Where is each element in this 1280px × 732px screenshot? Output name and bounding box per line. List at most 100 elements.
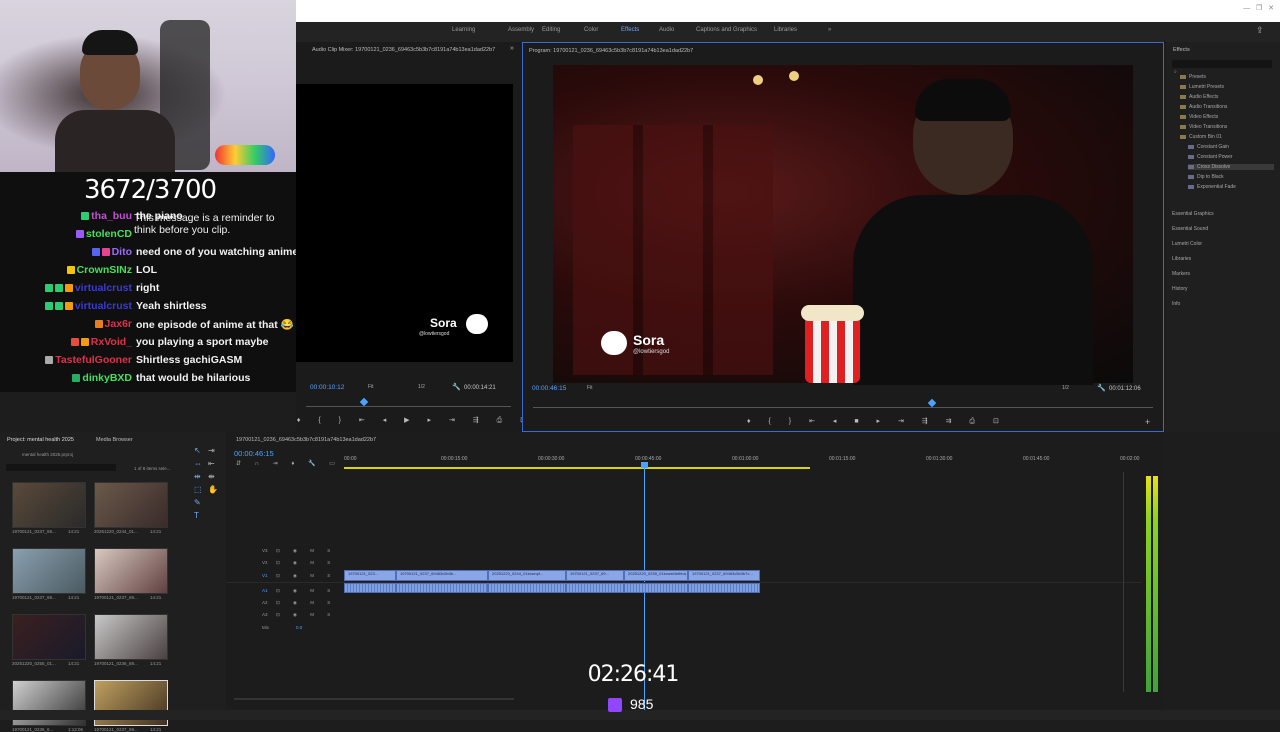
tab-assembly[interactable]: Assembly [508,27,534,33]
project-item-thumbnail[interactable] [94,482,168,528]
panel-section-info[interactable]: Info [1172,301,1180,307]
timeline-hscroll[interactable] [234,698,514,700]
tool-icons[interactable]: ↖ ⇔ ⇹ ⬚ ✎ T [194,444,202,522]
wrench-icon[interactable]: 🔧 [1097,384,1106,392]
project-item-thumbnail[interactable] [12,548,86,594]
effects-tree-item[interactable]: Video Effects [1180,114,1218,120]
track-controls[interactable]: ⊡ ◉ M S [276,588,336,594]
effects-tree-item[interactable]: Exponential Fade [1188,184,1236,190]
panel-section-history[interactable]: History [1172,286,1188,292]
work-area-bar[interactable] [344,467,810,469]
track-label-a3[interactable]: A3 [262,612,268,617]
effects-tree-item[interactable]: Audio Transitions [1180,104,1227,110]
panel-section-markers[interactable]: Markers [1172,271,1190,277]
tab-editing[interactable]: Editing [542,27,560,33]
source-playhead[interactable] [359,397,369,407]
tab-captions-and-graphics[interactable]: Captions and Graphics [696,27,757,33]
panel-section-lumetri-color[interactable]: Lumetri Color [1172,241,1202,247]
chat-username[interactable]: virtualcrust [75,282,132,294]
effects-tree-item[interactable]: Custom Bin 01 [1180,134,1222,140]
track-label-a2[interactable]: A2 [262,600,268,605]
video-clip[interactable]: 20251220_0244_01kcwnpf... [488,570,566,581]
chat-username[interactable]: RxVoid_ [91,336,132,348]
timeline-vscroll[interactable] [1123,472,1124,692]
effects-tree-item[interactable]: Audio Effects [1180,94,1218,100]
timeline-tools[interactable]: ⇵ ∩ ⇥ ♦ 🔧 ▭ [236,460,341,467]
track-controls[interactable]: ⊡ ◉ M S [276,600,336,606]
program-playhead[interactable] [927,398,937,408]
share-icon[interactable]: ⇪ [1256,25,1264,36]
video-clip[interactable]: 19700121_023... [344,570,396,581]
program-timecode[interactable]: 00:00:46:15 [532,385,566,392]
timeline-ruler[interactable]: 00:00 00:00:15:00 00:00:30:00 00:00:45:00 00… [344,432,1139,472]
project-item-thumbnail[interactable] [12,482,86,528]
project-item-thumbnail[interactable] [12,614,86,660]
wrench-icon[interactable]: 🔧 [452,383,461,391]
effects-tree-item[interactable]: Constant Gain [1188,144,1229,150]
program-scrubber[interactable] [533,407,1153,408]
effects-tree-item[interactable]: Constant Power [1188,154,1233,160]
chat-username[interactable]: virtualcrust [75,300,132,312]
panel-more-icon[interactable]: » [510,45,514,52]
video-clip[interactable]: 19700121_0237_69463c5b3b7c... [688,570,760,581]
source-timecode[interactable]: 00:00:10:12 [310,384,344,391]
project-item-thumbnail[interactable] [94,548,168,594]
timeline-timecode[interactable]: 00:00:46:15 [234,449,274,458]
effects-tree-item[interactable]: Dip to Black [1188,174,1224,180]
chat-username[interactable]: TastefulGooner [55,354,132,366]
tab-learning[interactable]: Learning [452,27,475,33]
video-clip[interactable]: 20251220_0255_01kcwst4ethba... [624,570,688,581]
track-label-v1[interactable]: V1 [262,573,268,578]
chat-username[interactable]: Dito [112,246,132,258]
effects-tree-item[interactable]: Lumetri Presets [1180,84,1224,90]
window-controls[interactable]: — ❐ ✕ [1243,4,1274,12]
effects-tree-item[interactable]: Video Transitions [1180,124,1227,130]
panel-section-essential-graphics[interactable]: Essential Graphics [1172,211,1214,217]
source-scrubber[interactable] [306,406,511,407]
video-clip[interactable]: 19700121_0237_69... [566,570,624,581]
tab-audio[interactable]: Audio [659,27,674,33]
track-controls[interactable]: ⊡ ◉ M S [276,612,336,618]
chat-username[interactable]: stolenCD [86,228,132,240]
chat-username[interactable]: CrownSINz [77,264,132,276]
panel-section-essential-sound[interactable]: Essential Sound [1172,226,1208,232]
tab-effects[interactable]: Effects [621,27,639,33]
tool-icons-2[interactable]: ⇥ ⇤ ⇼ ✋ [208,444,218,496]
program-quality[interactable]: 1/2 [1062,385,1069,391]
more-tabs-icon[interactable]: » [828,27,831,33]
tab-libraries[interactable]: Libraries [774,27,797,33]
mix-volume[interactable]: 0.0 [296,625,302,630]
track-label-v3[interactable]: V3 [262,548,268,553]
playhead-handle[interactable] [641,462,648,468]
source-zoom[interactable]: Fit [368,384,374,390]
chat-username[interactable]: tha_buu [91,210,132,222]
panel-section-libraries[interactable]: Libraries [1172,256,1191,262]
effects-tree-item[interactable]: Presets [1180,74,1206,80]
audio-clip[interactable] [624,583,688,593]
effects-search-input[interactable]: ⌕ [1172,60,1272,75]
track-controls[interactable]: ⊡ ◉ M S [276,573,336,579]
track-controls[interactable]: ⊡ ◉ M S [276,548,336,554]
effects-tree-item[interactable]: Cross Dissolve [1188,164,1274,170]
track-label-a1[interactable]: A1 [262,588,268,593]
track-controls[interactable]: ⊡ ◉ M S [276,560,336,566]
source-transport-controls[interactable]: ♦ { } ⇤ ◂ ▶ ▸ ⇥ ⇶ ⎙ ⊡ [174,416,534,425]
audio-clip[interactable] [344,583,396,593]
audio-clip[interactable] [396,583,488,593]
audio-clip[interactable] [566,583,624,593]
chat-username[interactable]: Jax6r [105,318,132,330]
add-button[interactable]: + [1145,417,1150,427]
video-clip[interactable]: 19700121_0237_69463c5b3b... [396,570,488,581]
tab-project[interactable]: Project: mental health 2025 [7,437,74,443]
audio-clip[interactable] [688,583,760,593]
project-search-input[interactable] [6,464,116,471]
tab-media-browser[interactable]: Media Browser [96,437,133,443]
audio-clip[interactable] [488,583,566,593]
track-label-mix[interactable]: Mix [262,625,269,630]
tab-color[interactable]: Color [584,27,598,33]
track-label-v2[interactable]: V2 [262,560,268,565]
program-zoom[interactable]: Fit [587,385,593,391]
program-transport-controls[interactable]: ♦ { } ⇤ ◂ ■ ▸ ⇥ ⇶ ⇉ ⎙ ⊡ [747,417,1007,426]
source-quality[interactable]: 1/2 [418,384,425,390]
chat-username[interactable]: dinkyBXD [82,372,132,384]
